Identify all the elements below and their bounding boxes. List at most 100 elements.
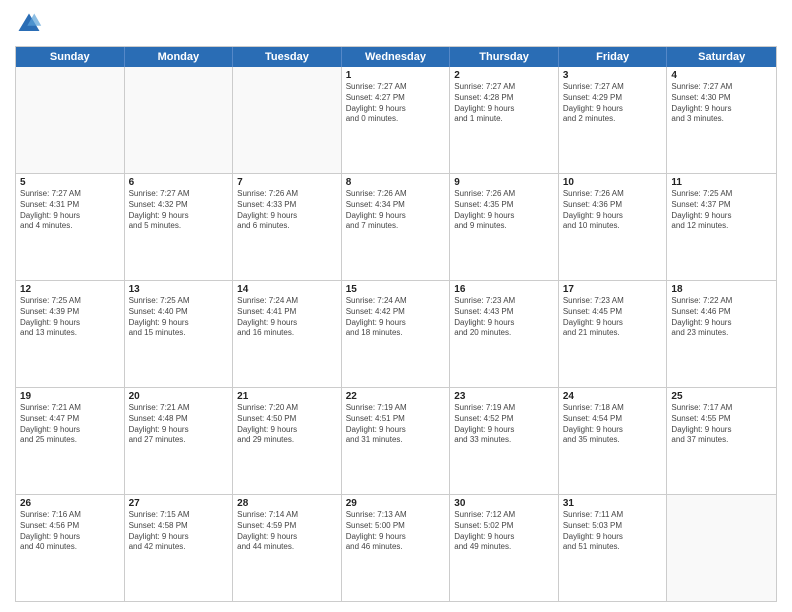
- day-number: 30: [454, 498, 554, 509]
- day-cell: [16, 67, 125, 173]
- day-number: 13: [129, 284, 229, 295]
- day-cell: 10Sunrise: 7:26 AM Sunset: 4:36 PM Dayli…: [559, 174, 668, 280]
- day-number: 28: [237, 498, 337, 509]
- day-cell: 5Sunrise: 7:27 AM Sunset: 4:31 PM Daylig…: [16, 174, 125, 280]
- day-number: 19: [20, 391, 120, 402]
- day-number: 26: [20, 498, 120, 509]
- day-number: 11: [671, 177, 772, 188]
- day-cell: 26Sunrise: 7:16 AM Sunset: 4:56 PM Dayli…: [16, 495, 125, 601]
- calendar-body: 1Sunrise: 7:27 AM Sunset: 4:27 PM Daylig…: [16, 67, 776, 601]
- logo-icon: [15, 10, 43, 38]
- day-info: Sunrise: 7:27 AM Sunset: 4:31 PM Dayligh…: [20, 189, 120, 232]
- day-number: 9: [454, 177, 554, 188]
- day-info: Sunrise: 7:23 AM Sunset: 4:45 PM Dayligh…: [563, 296, 663, 339]
- day-info: Sunrise: 7:27 AM Sunset: 4:29 PM Dayligh…: [563, 82, 663, 125]
- day-cell: [667, 495, 776, 601]
- day-number: 6: [129, 177, 229, 188]
- day-number: 16: [454, 284, 554, 295]
- day-info: Sunrise: 7:26 AM Sunset: 4:35 PM Dayligh…: [454, 189, 554, 232]
- day-cell: 15Sunrise: 7:24 AM Sunset: 4:42 PM Dayli…: [342, 281, 451, 387]
- day-number: 20: [129, 391, 229, 402]
- logo: [15, 10, 47, 38]
- day-info: Sunrise: 7:14 AM Sunset: 4:59 PM Dayligh…: [237, 510, 337, 553]
- day-info: Sunrise: 7:24 AM Sunset: 4:42 PM Dayligh…: [346, 296, 446, 339]
- day-number: 25: [671, 391, 772, 402]
- day-cell: 30Sunrise: 7:12 AM Sunset: 5:02 PM Dayli…: [450, 495, 559, 601]
- day-info: Sunrise: 7:15 AM Sunset: 4:58 PM Dayligh…: [129, 510, 229, 553]
- day-cell: 19Sunrise: 7:21 AM Sunset: 4:47 PM Dayli…: [16, 388, 125, 494]
- day-cell: 17Sunrise: 7:23 AM Sunset: 4:45 PM Dayli…: [559, 281, 668, 387]
- day-cell: 20Sunrise: 7:21 AM Sunset: 4:48 PM Dayli…: [125, 388, 234, 494]
- day-number: 18: [671, 284, 772, 295]
- day-info: Sunrise: 7:11 AM Sunset: 5:03 PM Dayligh…: [563, 510, 663, 553]
- week-row-2: 5Sunrise: 7:27 AM Sunset: 4:31 PM Daylig…: [16, 174, 776, 281]
- day-number: 31: [563, 498, 663, 509]
- day-cell: 1Sunrise: 7:27 AM Sunset: 4:27 PM Daylig…: [342, 67, 451, 173]
- day-cell: 31Sunrise: 7:11 AM Sunset: 5:03 PM Dayli…: [559, 495, 668, 601]
- calendar: SundayMondayTuesdayWednesdayThursdayFrid…: [15, 46, 777, 602]
- day-header-thursday: Thursday: [450, 47, 559, 67]
- day-cell: 22Sunrise: 7:19 AM Sunset: 4:51 PM Dayli…: [342, 388, 451, 494]
- week-row-4: 19Sunrise: 7:21 AM Sunset: 4:47 PM Dayli…: [16, 388, 776, 495]
- day-cell: 24Sunrise: 7:18 AM Sunset: 4:54 PM Dayli…: [559, 388, 668, 494]
- week-row-1: 1Sunrise: 7:27 AM Sunset: 4:27 PM Daylig…: [16, 67, 776, 174]
- day-info: Sunrise: 7:13 AM Sunset: 5:00 PM Dayligh…: [346, 510, 446, 553]
- day-number: 17: [563, 284, 663, 295]
- day-info: Sunrise: 7:26 AM Sunset: 4:33 PM Dayligh…: [237, 189, 337, 232]
- day-header-sunday: Sunday: [16, 47, 125, 67]
- day-cell: 11Sunrise: 7:25 AM Sunset: 4:37 PM Dayli…: [667, 174, 776, 280]
- day-cell: 13Sunrise: 7:25 AM Sunset: 4:40 PM Dayli…: [125, 281, 234, 387]
- day-info: Sunrise: 7:25 AM Sunset: 4:39 PM Dayligh…: [20, 296, 120, 339]
- day-cell: 6Sunrise: 7:27 AM Sunset: 4:32 PM Daylig…: [125, 174, 234, 280]
- day-cell: 2Sunrise: 7:27 AM Sunset: 4:28 PM Daylig…: [450, 67, 559, 173]
- day-cell: 23Sunrise: 7:19 AM Sunset: 4:52 PM Dayli…: [450, 388, 559, 494]
- day-info: Sunrise: 7:19 AM Sunset: 4:52 PM Dayligh…: [454, 403, 554, 446]
- day-cell: 8Sunrise: 7:26 AM Sunset: 4:34 PM Daylig…: [342, 174, 451, 280]
- day-headers: SundayMondayTuesdayWednesdayThursdayFrid…: [16, 47, 776, 67]
- week-row-3: 12Sunrise: 7:25 AM Sunset: 4:39 PM Dayli…: [16, 281, 776, 388]
- day-cell: 27Sunrise: 7:15 AM Sunset: 4:58 PM Dayli…: [125, 495, 234, 601]
- day-cell: 7Sunrise: 7:26 AM Sunset: 4:33 PM Daylig…: [233, 174, 342, 280]
- day-info: Sunrise: 7:27 AM Sunset: 4:28 PM Dayligh…: [454, 82, 554, 125]
- day-number: 8: [346, 177, 446, 188]
- day-header-friday: Friday: [559, 47, 668, 67]
- day-cell: 14Sunrise: 7:24 AM Sunset: 4:41 PM Dayli…: [233, 281, 342, 387]
- day-cell: 21Sunrise: 7:20 AM Sunset: 4:50 PM Dayli…: [233, 388, 342, 494]
- day-number: 7: [237, 177, 337, 188]
- day-info: Sunrise: 7:26 AM Sunset: 4:34 PM Dayligh…: [346, 189, 446, 232]
- day-number: 2: [454, 70, 554, 81]
- page: SundayMondayTuesdayWednesdayThursdayFrid…: [0, 0, 792, 612]
- day-number: 27: [129, 498, 229, 509]
- day-cell: 3Sunrise: 7:27 AM Sunset: 4:29 PM Daylig…: [559, 67, 668, 173]
- day-number: 24: [563, 391, 663, 402]
- day-cell: 25Sunrise: 7:17 AM Sunset: 4:55 PM Dayli…: [667, 388, 776, 494]
- day-header-tuesday: Tuesday: [233, 47, 342, 67]
- day-cell: 18Sunrise: 7:22 AM Sunset: 4:46 PM Dayli…: [667, 281, 776, 387]
- day-number: 12: [20, 284, 120, 295]
- day-cell: 29Sunrise: 7:13 AM Sunset: 5:00 PM Dayli…: [342, 495, 451, 601]
- day-number: 21: [237, 391, 337, 402]
- day-info: Sunrise: 7:17 AM Sunset: 4:55 PM Dayligh…: [671, 403, 772, 446]
- day-cell: 9Sunrise: 7:26 AM Sunset: 4:35 PM Daylig…: [450, 174, 559, 280]
- day-info: Sunrise: 7:16 AM Sunset: 4:56 PM Dayligh…: [20, 510, 120, 553]
- day-cell: 12Sunrise: 7:25 AM Sunset: 4:39 PM Dayli…: [16, 281, 125, 387]
- day-info: Sunrise: 7:20 AM Sunset: 4:50 PM Dayligh…: [237, 403, 337, 446]
- day-number: 14: [237, 284, 337, 295]
- day-number: 4: [671, 70, 772, 81]
- day-info: Sunrise: 7:22 AM Sunset: 4:46 PM Dayligh…: [671, 296, 772, 339]
- day-cell: [125, 67, 234, 173]
- day-info: Sunrise: 7:12 AM Sunset: 5:02 PM Dayligh…: [454, 510, 554, 553]
- day-info: Sunrise: 7:19 AM Sunset: 4:51 PM Dayligh…: [346, 403, 446, 446]
- day-number: 15: [346, 284, 446, 295]
- day-header-saturday: Saturday: [667, 47, 776, 67]
- day-header-wednesday: Wednesday: [342, 47, 451, 67]
- day-cell: 16Sunrise: 7:23 AM Sunset: 4:43 PM Dayli…: [450, 281, 559, 387]
- header: [15, 10, 777, 38]
- day-number: 10: [563, 177, 663, 188]
- day-number: 3: [563, 70, 663, 81]
- day-info: Sunrise: 7:27 AM Sunset: 4:30 PM Dayligh…: [671, 82, 772, 125]
- day-number: 23: [454, 391, 554, 402]
- day-info: Sunrise: 7:21 AM Sunset: 4:48 PM Dayligh…: [129, 403, 229, 446]
- day-number: 29: [346, 498, 446, 509]
- day-number: 1: [346, 70, 446, 81]
